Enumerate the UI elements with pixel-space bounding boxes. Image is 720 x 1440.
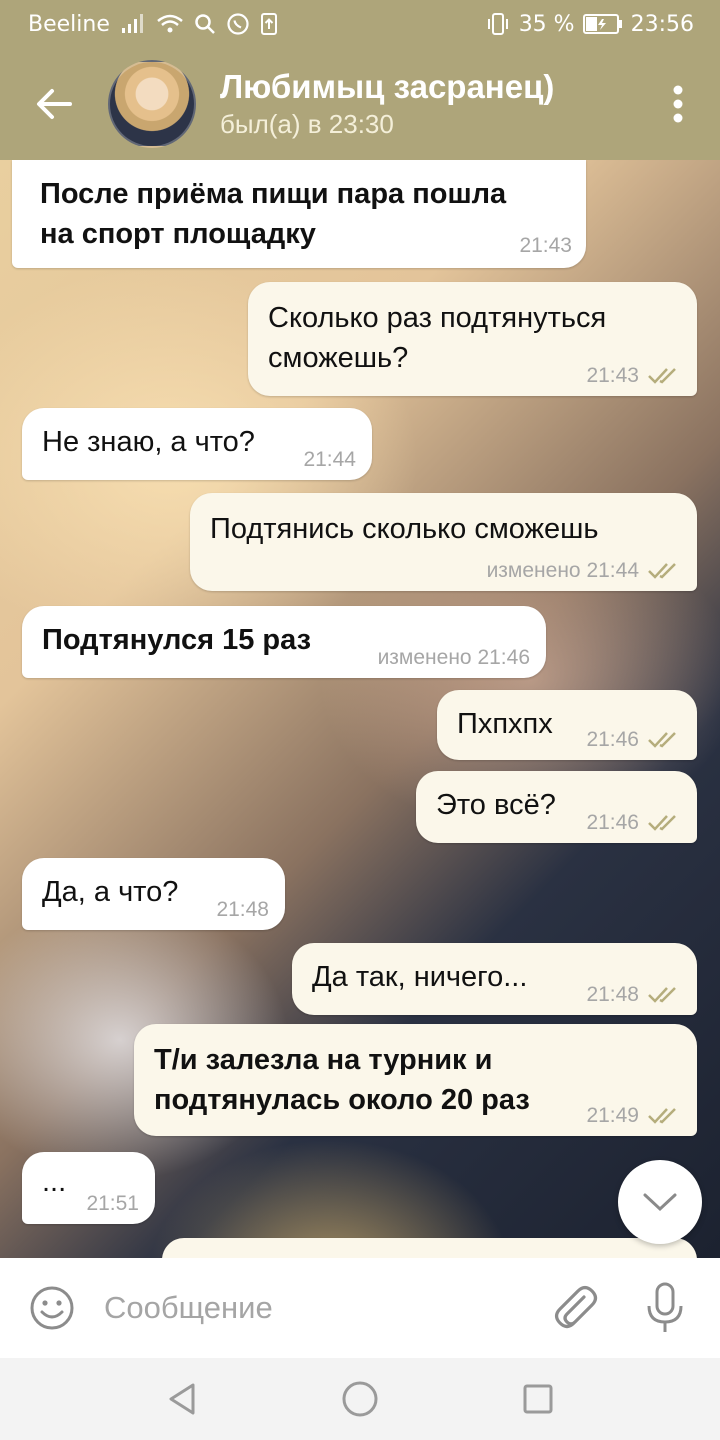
vibrate-icon bbox=[485, 12, 511, 36]
clock: 23:56 bbox=[630, 11, 694, 37]
message-time: изменено 21:46 bbox=[377, 646, 530, 669]
message-time: 21:48 bbox=[216, 898, 269, 921]
message-bubble-outgoing[interactable]: Сколько раз подтянуться сможешь? 21:43 bbox=[248, 282, 697, 396]
back-button[interactable] bbox=[0, 48, 108, 160]
message-text: Т/и залезла на турник и bbox=[154, 1044, 493, 1076]
message-time: 21:43 bbox=[586, 364, 639, 387]
message-bubble-outgoing[interactable]: Да так, ничего... 21:48 bbox=[292, 943, 697, 1015]
message-time: изменено 21:44 bbox=[486, 559, 639, 582]
message-text: Да, а что? bbox=[42, 876, 179, 908]
chat-area[interactable]: После приёма пищи пара пошла на спорт пл… bbox=[0, 160, 720, 1258]
double-check-icon bbox=[647, 561, 681, 581]
last-seen-status: был(а) в 23:30 bbox=[220, 109, 394, 139]
menu-button[interactable] bbox=[636, 48, 720, 160]
message-text: подтянулась около 20 раз bbox=[154, 1084, 530, 1116]
circle-home-icon bbox=[342, 1381, 378, 1417]
message-time: 21:49 bbox=[586, 1104, 639, 1127]
microphone-button[interactable] bbox=[610, 1282, 720, 1334]
message-text: Пхпхпх bbox=[457, 708, 553, 740]
message-time: 21:51 bbox=[86, 1192, 139, 1215]
smile-icon bbox=[30, 1286, 74, 1330]
double-check-icon bbox=[647, 730, 681, 750]
search-icon bbox=[194, 13, 216, 35]
message-text: Подтянись сколько сможешь bbox=[210, 513, 599, 545]
message-text: на спорт площадку bbox=[40, 218, 316, 250]
carrier-label: Beeline bbox=[28, 11, 110, 37]
message-text: Сколько раз подтянуться bbox=[268, 302, 607, 334]
signal-icon bbox=[120, 13, 146, 35]
system-nav-bar bbox=[0, 1358, 720, 1440]
message-text: После приёма пищи пара пошла bbox=[40, 178, 507, 210]
message-input-bar bbox=[0, 1258, 720, 1358]
message-input[interactable] bbox=[104, 1278, 540, 1338]
message-bubble-incoming[interactable]: Подтянулся 15 раз изменено 21:46 bbox=[22, 606, 546, 678]
scroll-down-button[interactable] bbox=[618, 1160, 702, 1244]
double-check-icon bbox=[647, 985, 681, 1005]
double-check-icon bbox=[647, 813, 681, 833]
message-time: 21:46 bbox=[586, 728, 639, 751]
chat-title-block[interactable]: Любимыц засранец) был(а) в 23:30 bbox=[220, 67, 554, 141]
battery-icon bbox=[582, 13, 623, 35]
more-vertical-icon bbox=[673, 85, 683, 123]
message-text: сможешь? bbox=[268, 342, 409, 374]
message-bubble-incoming[interactable]: ... 21:51 bbox=[22, 1152, 155, 1224]
double-check-icon bbox=[647, 1106, 681, 1126]
arrow-left-icon bbox=[37, 89, 72, 119]
square-recents-icon bbox=[523, 1384, 553, 1414]
upload-icon bbox=[260, 12, 278, 36]
message-bubble-incoming[interactable]: Не знаю, а что? 21:44 bbox=[22, 408, 372, 480]
message-bubble-outgoing[interactable]: Пхпхпх 21:46 bbox=[437, 690, 697, 760]
battery-percent: 35 % bbox=[518, 11, 575, 37]
wifi-icon bbox=[156, 13, 184, 35]
whatsapp-icon bbox=[226, 12, 250, 36]
message-text: Это всё? bbox=[436, 789, 556, 821]
message-bubble-outgoing[interactable]: Т/и залезла на турник и подтянулась окол… bbox=[134, 1024, 697, 1136]
attach-button[interactable] bbox=[540, 1283, 610, 1333]
nav-home-button[interactable] bbox=[330, 1369, 390, 1429]
message-bubble-incoming[interactable]: После приёма пищи пара пошла на спорт пл… bbox=[12, 160, 586, 268]
avatar[interactable] bbox=[108, 60, 196, 148]
message-text: Да так, ничего... bbox=[312, 961, 528, 993]
chat-header: Любимыц засранец) был(а) в 23:30 bbox=[0, 48, 720, 160]
message-text: Не знаю, а что? bbox=[42, 426, 255, 458]
microphone-icon bbox=[647, 1282, 683, 1332]
message-time: 21:43 bbox=[519, 234, 572, 257]
message-text: ... bbox=[42, 1166, 67, 1198]
message-time: 21:44 bbox=[303, 448, 356, 471]
message-bubble-outgoing-partial[interactable] bbox=[162, 1238, 697, 1258]
nav-back-button[interactable] bbox=[152, 1369, 212, 1429]
message-bubble-outgoing[interactable]: Подтянись сколько сможешь изменено 21:44 bbox=[190, 493, 697, 591]
message-time: 21:48 bbox=[586, 983, 639, 1006]
paperclip-icon bbox=[554, 1285, 598, 1329]
emoji-button[interactable] bbox=[0, 1284, 104, 1332]
status-bar: Beeline 35 % 23:56 bbox=[0, 0, 720, 48]
nav-recents-button[interactable] bbox=[508, 1369, 568, 1429]
triangle-back-icon bbox=[169, 1383, 195, 1415]
message-text: Подтянулся 15 раз bbox=[42, 624, 312, 656]
message-time: 21:46 bbox=[586, 811, 639, 834]
double-check-icon bbox=[647, 366, 681, 386]
chat-title: Любимыц засранец) bbox=[220, 68, 555, 105]
message-bubble-outgoing[interactable]: Это всё? 21:46 bbox=[416, 771, 697, 843]
message-bubble-incoming[interactable]: Да, а что? 21:48 bbox=[22, 858, 285, 930]
chevron-down-icon bbox=[643, 1193, 677, 1212]
